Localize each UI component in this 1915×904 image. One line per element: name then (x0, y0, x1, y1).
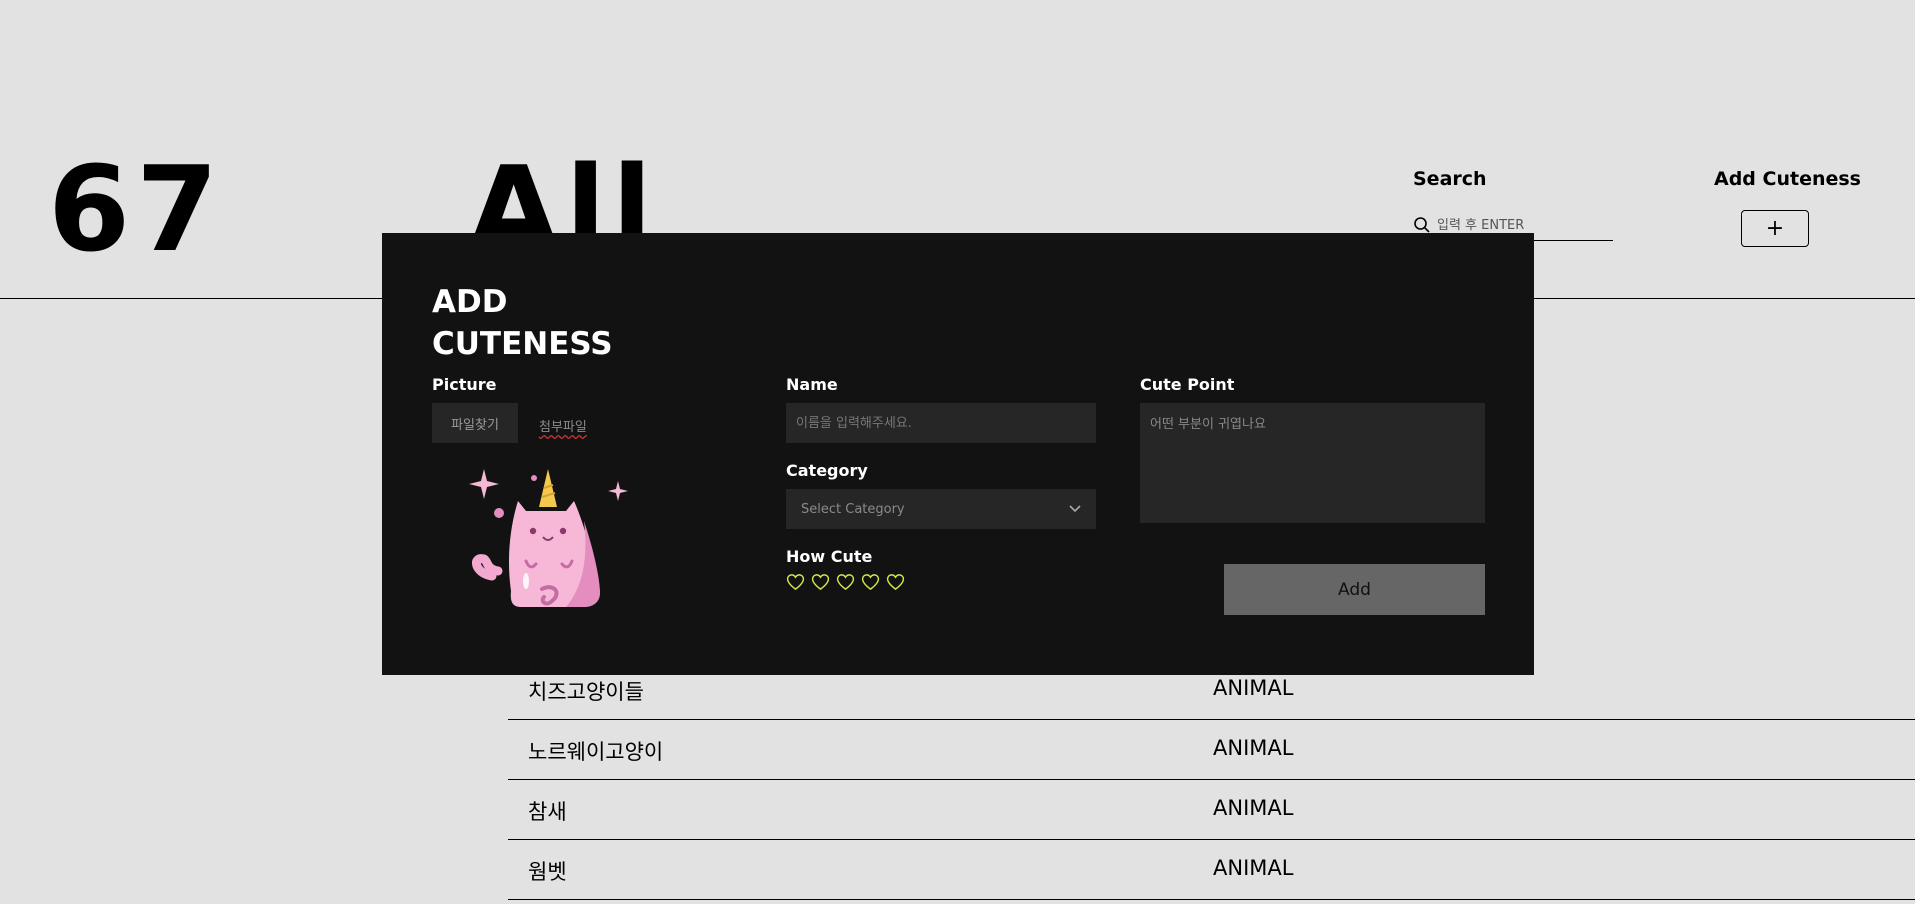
heart-icon[interactable] (886, 573, 905, 591)
row-name: 치즈고양이들 (528, 680, 644, 704)
row-category: ANIMAL (1213, 736, 1294, 760)
row-name: 노르웨이고양이 (528, 740, 664, 764)
list-row[interactable]: 참새 ANIMAL (508, 780, 1915, 840)
category-label: Category (786, 461, 868, 480)
category-select-value: Select Category (801, 501, 905, 517)
unicorn-cat-image (469, 469, 628, 607)
list-row[interactable]: 웜벳 ANIMAL (508, 840, 1915, 900)
search-label: Search (1413, 168, 1487, 190)
add-submit-button[interactable]: Add (1224, 564, 1485, 615)
add-cuteness-label: Add Cuteness (1714, 168, 1861, 190)
heart-icon[interactable] (786, 573, 805, 591)
search-input[interactable] (1435, 216, 1609, 234)
attached-file-name: 첨부파일 (539, 420, 587, 435)
search-icon (1414, 217, 1430, 233)
cute-point-label: Cute Point (1140, 375, 1235, 394)
picture-label: Picture (432, 375, 497, 394)
item-count: 67 (48, 140, 225, 278)
row-name: 웜벳 (528, 860, 567, 884)
heart-icon[interactable] (861, 573, 880, 591)
cute-rating (786, 573, 905, 591)
how-cute-label: How Cute (786, 547, 873, 566)
heart-icon[interactable] (836, 573, 855, 591)
name-label: Name (786, 375, 838, 394)
row-category: ANIMAL (1213, 856, 1294, 880)
file-browse-button[interactable]: 파일찾기 (432, 403, 518, 443)
add-cuteness-modal: ADD CUTENESS Picture 파일찾기 첨부파일 Name Cate… (382, 233, 1534, 675)
category-select[interactable]: Select Category (786, 489, 1096, 529)
heart-icon[interactable] (811, 573, 830, 591)
list-row[interactable]: 노르웨이고양이 ANIMAL (508, 720, 1915, 780)
row-category: ANIMAL (1213, 796, 1294, 820)
cute-point-textarea[interactable] (1140, 403, 1485, 523)
row-category: ANIMAL (1213, 676, 1294, 700)
chevron-down-icon (1069, 505, 1081, 513)
name-input[interactable] (786, 403, 1096, 443)
modal-title-line1: ADD (432, 284, 508, 320)
row-name: 참새 (528, 800, 567, 824)
modal-title-line2: CUTENESS (432, 326, 613, 362)
modal-title: ADD CUTENESS (432, 281, 652, 365)
add-cuteness-button[interactable]: + (1741, 210, 1809, 247)
